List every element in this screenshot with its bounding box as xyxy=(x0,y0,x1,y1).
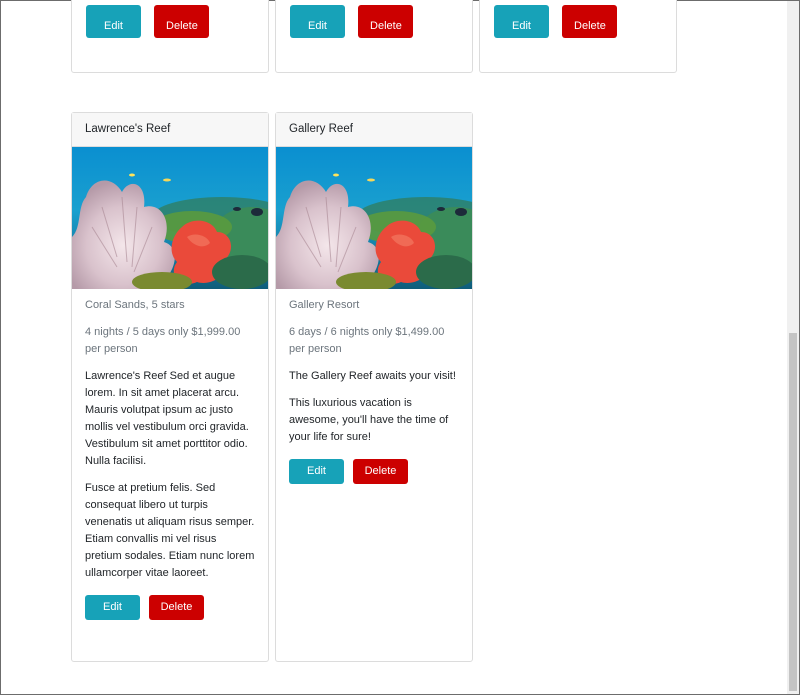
card-description: Lawrence's Reef Sed et augue lorem. In s… xyxy=(85,370,249,467)
card-price: 6 days / 6 nights only $1,499.00 per per… xyxy=(289,326,445,355)
card-partial-3: Edit Delete xyxy=(479,0,677,73)
delete-button[interactable]: Delete xyxy=(358,5,414,38)
tour-card: Lawrence's Reef Coral Sands, 5 stars 4 n… xyxy=(71,112,269,662)
vertical-scrollbar[interactable] xyxy=(787,1,799,694)
card-title: Lawrence's Reef xyxy=(72,113,268,147)
card-subtitle: Gallery Resort xyxy=(289,299,360,311)
delete-button[interactable]: Delete xyxy=(353,459,408,484)
edit-button[interactable]: Edit xyxy=(494,5,549,38)
tour-card: Gallery Reef Gallery Resort 6 days / 6 n… xyxy=(275,112,473,662)
delete-button[interactable]: Delete xyxy=(154,5,210,38)
edit-button[interactable]: Edit xyxy=(85,595,140,620)
coral-reef-image xyxy=(72,147,268,289)
card-description: Fusce at pretium felis. Sed consequat li… xyxy=(85,482,255,579)
card-price: 4 nights / 5 days only $1,999.00 per per… xyxy=(85,326,241,355)
card-description: The Gallery Reef awaits your visit! xyxy=(289,370,456,382)
edit-button[interactable]: Edit xyxy=(289,459,344,484)
card-partial-2: Edit Delete xyxy=(275,0,473,73)
card-partial-1: Edit Delete xyxy=(71,0,269,73)
coral-reef-image xyxy=(276,147,472,289)
delete-button[interactable]: Delete xyxy=(562,5,618,38)
card-title: Gallery Reef xyxy=(276,113,472,147)
card-subtitle: Coral Sands, 5 stars xyxy=(85,299,185,311)
card-description: This luxurious vacation is awesome, you'… xyxy=(289,397,449,443)
edit-button[interactable]: Edit xyxy=(290,5,345,38)
delete-button[interactable]: Delete xyxy=(149,595,204,620)
scrollbar-thumb[interactable] xyxy=(789,333,797,691)
edit-button[interactable]: Edit xyxy=(86,5,141,38)
